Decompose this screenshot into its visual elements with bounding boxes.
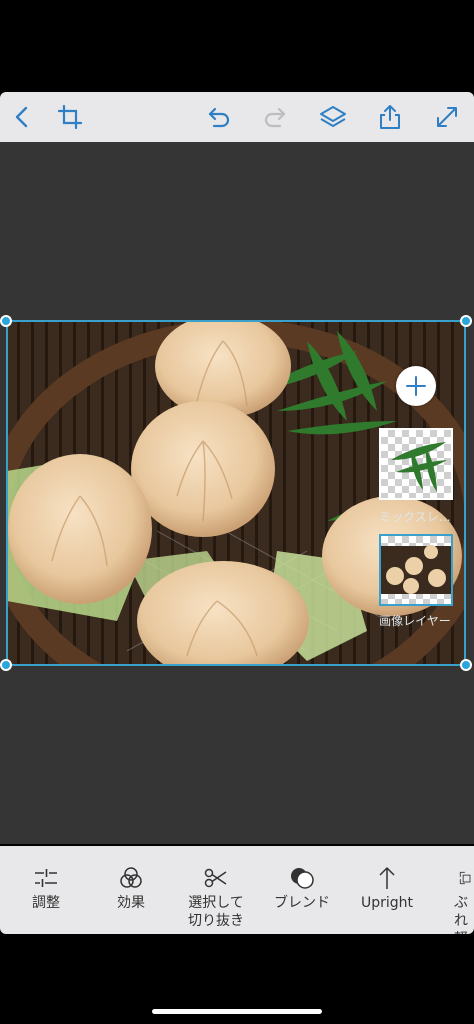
- leaf-thumbnail: [391, 442, 447, 492]
- top-toolbar: [0, 92, 474, 142]
- layer-thumb-mix[interactable]: [379, 428, 453, 500]
- upright-icon: [379, 867, 395, 889]
- resize-handle-bottom-right[interactable]: [460, 659, 472, 671]
- tool-label: 調整: [32, 895, 60, 911]
- tool-adjust[interactable]: 調整: [2, 846, 90, 934]
- bottom-toolbar: 調整 効果 選択して 切り抜き ブレンド Upright ぶれ 軽: [0, 846, 474, 934]
- tool-select-cut[interactable]: 選択して 切り抜き: [172, 846, 260, 934]
- tool-effects[interactable]: 効果: [87, 846, 175, 934]
- tool-label: ブレンド: [274, 895, 330, 911]
- image-thumbnail: [381, 545, 451, 594]
- crop-icon[interactable]: [55, 102, 85, 132]
- scissors-icon: [204, 868, 227, 888]
- blend-icon: [291, 868, 314, 889]
- tool-label: 選択して 切り抜き: [188, 895, 244, 929]
- tool-label: 効果: [117, 895, 145, 911]
- layers-icon[interactable]: [318, 102, 348, 132]
- layer-label-mix: ミックスレ…: [379, 510, 451, 524]
- resize-handle-bottom-left[interactable]: [0, 659, 12, 671]
- tool-label: ぶれ 軽: [454, 895, 468, 934]
- tool-upright[interactable]: Upright: [343, 846, 431, 934]
- layer-label-image: 画像レイヤー: [379, 614, 451, 628]
- tool-blur-reduce[interactable]: ぶれ 軽: [420, 846, 474, 934]
- layer-thumb-image[interactable]: [379, 534, 453, 606]
- share-icon[interactable]: [375, 102, 405, 132]
- resize-handle-top-right[interactable]: [460, 315, 472, 327]
- effects-icon: [120, 867, 142, 888]
- plus-icon: [406, 376, 426, 396]
- add-layer-button[interactable]: [396, 366, 436, 406]
- adjust-icon: [35, 869, 57, 887]
- blur-icon: [459, 871, 471, 885]
- resize-handle-top-left[interactable]: [0, 315, 12, 327]
- tool-blend[interactable]: ブレンド: [258, 846, 346, 934]
- redo-icon[interactable]: [260, 102, 290, 132]
- back-icon[interactable]: [8, 102, 38, 132]
- undo-icon[interactable]: [204, 102, 234, 132]
- tool-label: Upright: [360, 895, 414, 911]
- home-indicator[interactable]: [152, 1009, 322, 1014]
- expand-icon[interactable]: [432, 102, 462, 132]
